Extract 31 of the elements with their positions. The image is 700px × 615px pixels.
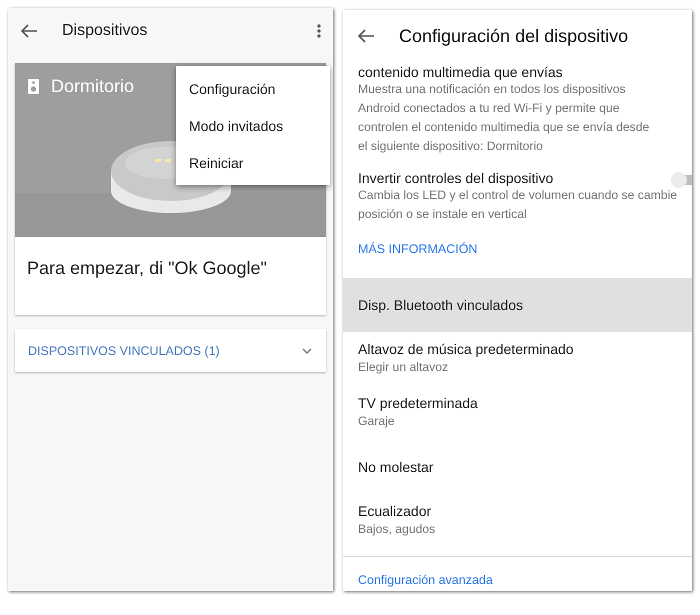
settings-item[interactable]: Ecualizador Bajos, agudos xyxy=(343,494,692,548)
screen-title: Dispositivos xyxy=(62,22,148,40)
item-title: No molestar xyxy=(358,459,434,475)
setting-description: Cambia los LED y el control de volumen cuando se cambie posición o se instale en vertical xyxy=(358,187,678,223)
menu-item[interactable]: Modo invitados xyxy=(176,107,330,144)
setting-description: Muestra una notificación en todos los dispositivos Android conectados a tu red Wi-Fi y permite que controlen el contenido multimedia que se envía desde el siguiente dispositivo: Dormitorio xyxy=(358,81,650,155)
settings-item[interactable]: No molestar xyxy=(343,440,692,494)
speaker-icon xyxy=(28,79,39,94)
item-title: Ecualizador xyxy=(358,503,432,519)
more-info-link[interactable]: MÁS INFORMACIÓN xyxy=(358,242,478,256)
menu-item[interactable]: Reiniciar xyxy=(176,144,330,181)
setting-title: contenido multimedia que envías xyxy=(358,64,564,80)
menu-item[interactable]: Configuración xyxy=(176,70,330,107)
back-icon[interactable] xyxy=(357,29,375,43)
back-icon[interactable] xyxy=(20,24,38,38)
more-icon[interactable] xyxy=(317,24,321,38)
settings-item[interactable]: Altavoz de música predeterminado Elegir un altavoz xyxy=(343,332,692,386)
item-title: TV predeterminada xyxy=(358,395,479,411)
settings-item[interactable]: TV predeterminada Garaje xyxy=(343,386,692,440)
advanced-settings-link[interactable]: Configuración avanzada xyxy=(358,573,493,587)
linked-devices-expander[interactable]: DISPOSITIVOS VINCULADOS (1) xyxy=(15,329,326,372)
prompt-text: Para empezar, di "Ok Google" xyxy=(26,257,268,280)
item-subtitle: Elegir un altavoz xyxy=(358,360,450,374)
item-title: Disp. Bluetooth vinculados xyxy=(358,297,524,313)
device-name: Dormitorio xyxy=(51,76,134,97)
screen-title: Configuración del dispositivo xyxy=(399,26,628,46)
item-subtitle: Bajos, agudos xyxy=(358,522,436,536)
setting-title: Invertir controles del dispositivo xyxy=(358,170,554,186)
item-subtitle: Garaje xyxy=(358,414,396,428)
settings-item[interactable]: Disp. Bluetooth vinculados xyxy=(343,278,692,332)
item-title: Altavoz de música predeterminado xyxy=(358,341,575,357)
